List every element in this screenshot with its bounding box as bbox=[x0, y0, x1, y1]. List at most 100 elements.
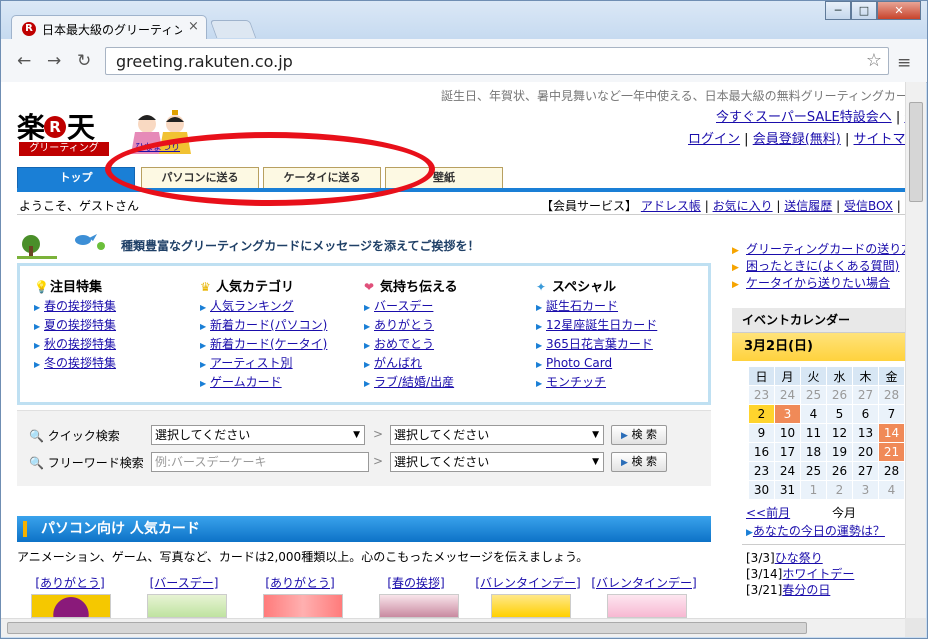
list-item[interactable]: ▶ 困ったときに(よくある質問) bbox=[732, 258, 905, 275]
calendar-day[interactable]: 20 bbox=[852, 442, 879, 462]
calendar-day[interactable]: 25 bbox=[800, 461, 827, 481]
calendar-day[interactable]: 5 bbox=[826, 404, 853, 424]
category-link[interactable]: モンチッチ bbox=[546, 375, 606, 389]
fortune-link[interactable]: あなたの今日の運勢は？ bbox=[753, 524, 885, 538]
favorites-link[interactable]: お気に入り bbox=[713, 199, 773, 213]
faq-link[interactable]: 困ったときに(よくある質問) bbox=[746, 259, 899, 273]
calendar-day[interactable]: 10 bbox=[774, 423, 801, 443]
list-item[interactable]: ▶ ラブ/結婚/出産 bbox=[364, 373, 534, 392]
minimize-button[interactable]: ─ bbox=[825, 1, 851, 20]
card-category-link[interactable]: [ありがとう] bbox=[15, 574, 125, 591]
calendar-day[interactable]: 4 bbox=[800, 404, 827, 424]
login-link[interactable]: ログイン bbox=[688, 132, 740, 147]
list-item[interactable]: ▶ 12星座誕生日カード bbox=[536, 316, 706, 335]
calendar-day-event[interactable]: 14 bbox=[878, 423, 905, 443]
list-item[interactable]: ▶ Photo Card bbox=[536, 354, 706, 373]
calendar-day[interactable]: 12 bbox=[826, 423, 853, 443]
rakuten-greeting-logo[interactable]: 楽R天 グリーティング bbox=[17, 106, 109, 156]
address-bar[interactable]: greeting.rakuten.co.jp ☆ bbox=[105, 47, 889, 75]
card-thumbnail[interactable] bbox=[31, 594, 111, 618]
how-to-send-link[interactable]: グリーティングカードの送り方 bbox=[746, 242, 905, 256]
category-link[interactable]: 夏の挨拶特集 bbox=[44, 318, 116, 332]
list-item[interactable]: ▶ がんばれ bbox=[364, 354, 534, 373]
calendar-day[interactable]: 24 bbox=[774, 461, 801, 481]
calendar-day[interactable]: 11 bbox=[800, 423, 827, 443]
calendar-day[interactable]: 19 bbox=[826, 442, 853, 462]
event-link[interactable]: ホワイトデー bbox=[782, 567, 854, 581]
event-link[interactable]: 春分の日 bbox=[782, 583, 830, 597]
list-item[interactable]: ▶ 新着カード(ケータイ) bbox=[200, 335, 370, 354]
category-link[interactable]: 秋の挨拶特集 bbox=[44, 337, 116, 351]
calendar-day[interactable]: 27 bbox=[852, 461, 879, 481]
calendar-day[interactable]: 26 bbox=[826, 461, 853, 481]
prev-month-link[interactable]: <<前月 bbox=[746, 506, 790, 520]
free-word-category-select[interactable]: 選択してください ▼ bbox=[390, 452, 604, 472]
list-item[interactable]: ▶ ケータイから送りたい場合 bbox=[732, 275, 905, 292]
category-link[interactable]: 12星座誕生日カード bbox=[546, 318, 657, 332]
category-link[interactable]: Photo Card bbox=[546, 356, 612, 370]
category-link[interactable]: ありがとう bbox=[374, 318, 434, 332]
scrollbar-thumb[interactable] bbox=[909, 102, 923, 202]
back-arrow-icon[interactable]: ← bbox=[17, 51, 31, 71]
calendar-day-today[interactable]: 2 bbox=[748, 404, 775, 424]
card-category-link[interactable]: [ありがとう] bbox=[245, 574, 355, 591]
list-item[interactable]: ▶ バースデー bbox=[364, 297, 534, 316]
category-link[interactable]: 新着カード(ケータイ) bbox=[210, 337, 327, 351]
list-item[interactable]: ▶ ありがとう bbox=[364, 316, 534, 335]
category-link[interactable]: 365日花言葉カード bbox=[546, 337, 653, 351]
category-link[interactable]: ラブ/結婚/出産 bbox=[374, 375, 454, 389]
category-link[interactable]: 春の挨拶特集 bbox=[44, 299, 116, 313]
tab-close-icon[interactable]: × bbox=[188, 19, 199, 34]
category-link[interactable]: バースデー bbox=[374, 299, 433, 313]
calendar-day[interactable]: 28 bbox=[878, 461, 905, 481]
calendar-day[interactable]: 6 bbox=[852, 404, 879, 424]
list-item[interactable]: ▶ おめでとう bbox=[364, 335, 534, 354]
sitemap-link[interactable]: サイトマッ bbox=[854, 132, 905, 147]
calendar-day[interactable]: 16 bbox=[748, 442, 775, 462]
calendar-day[interactable]: 31 bbox=[774, 480, 801, 500]
event-link[interactable]: ひな祭り bbox=[775, 551, 823, 565]
list-item[interactable]: ▶ 夏の挨拶特集 bbox=[34, 316, 204, 335]
category-link[interactable]: 新着カード(パソコン) bbox=[210, 318, 327, 332]
category-link[interactable]: 人気ランキング bbox=[210, 299, 294, 313]
reload-icon[interactable]: ↻ bbox=[77, 51, 91, 71]
sent-history-link[interactable]: 送信履歴 bbox=[784, 199, 832, 213]
register-link[interactable]: 会員登録(無料) bbox=[753, 132, 841, 147]
new-tab-button[interactable] bbox=[209, 20, 257, 38]
calendar-day[interactable]: 9 bbox=[748, 423, 775, 443]
category-link[interactable]: がんばれ bbox=[374, 356, 422, 370]
card-category-link[interactable]: [バレンタインデー] bbox=[473, 574, 583, 591]
quick-search-button[interactable]: ▶ 検 索 bbox=[611, 425, 667, 445]
list-item[interactable]: ▶ 新着カード(パソコン) bbox=[200, 316, 370, 335]
list-item[interactable]: ▶ ゲームカード bbox=[200, 373, 370, 392]
bookmark-star-icon[interactable]: ☆ bbox=[866, 50, 882, 71]
calendar-day[interactable]: 7 bbox=[878, 404, 905, 424]
quick-subcategory-select[interactable]: 選択してください ▼ bbox=[390, 425, 604, 445]
calendar-day[interactable]: 13 bbox=[852, 423, 879, 443]
list-item[interactable]: ▶ 365日花言葉カード bbox=[536, 335, 706, 354]
card-category-link[interactable]: [春の挨拶] bbox=[361, 574, 471, 591]
category-link[interactable]: 冬の挨拶特集 bbox=[44, 356, 116, 370]
card-thumbnail[interactable] bbox=[379, 594, 459, 618]
list-item[interactable]: ▶ 冬の挨拶特集 bbox=[34, 354, 204, 373]
free-word-search-button[interactable]: ▶ 検 索 bbox=[611, 452, 667, 472]
card-category-link[interactable]: [バレンタインデー] bbox=[589, 574, 699, 591]
calendar-day-event[interactable]: 3 bbox=[774, 404, 801, 424]
card-thumbnail[interactable] bbox=[607, 594, 687, 618]
horizontal-scrollbar[interactable] bbox=[1, 618, 905, 637]
category-link[interactable]: おめでとう bbox=[374, 337, 434, 351]
list-item[interactable]: ▶ 秋の挨拶特集 bbox=[34, 335, 204, 354]
quick-category-select[interactable]: 選択してください ▼ bbox=[151, 425, 365, 445]
card-thumbnail[interactable] bbox=[147, 594, 227, 618]
browser-tab[interactable]: R 日本最大級のグリーティン × bbox=[11, 15, 207, 41]
list-item[interactable]: ▶ モンチッチ bbox=[536, 373, 706, 392]
category-link[interactable]: アーティスト別 bbox=[210, 356, 293, 370]
forward-arrow-icon[interactable]: → bbox=[47, 51, 61, 71]
card-thumbnail[interactable] bbox=[491, 594, 571, 618]
calendar-day[interactable]: 23 bbox=[748, 461, 775, 481]
free-word-input[interactable]: 例:バースデーケーキ bbox=[151, 452, 369, 472]
maximize-button[interactable]: □ bbox=[851, 1, 877, 20]
vertical-scrollbar[interactable] bbox=[905, 82, 926, 618]
calendar-day-event[interactable]: 21 bbox=[878, 442, 905, 462]
calendar-day[interactable]: 17 bbox=[774, 442, 801, 462]
